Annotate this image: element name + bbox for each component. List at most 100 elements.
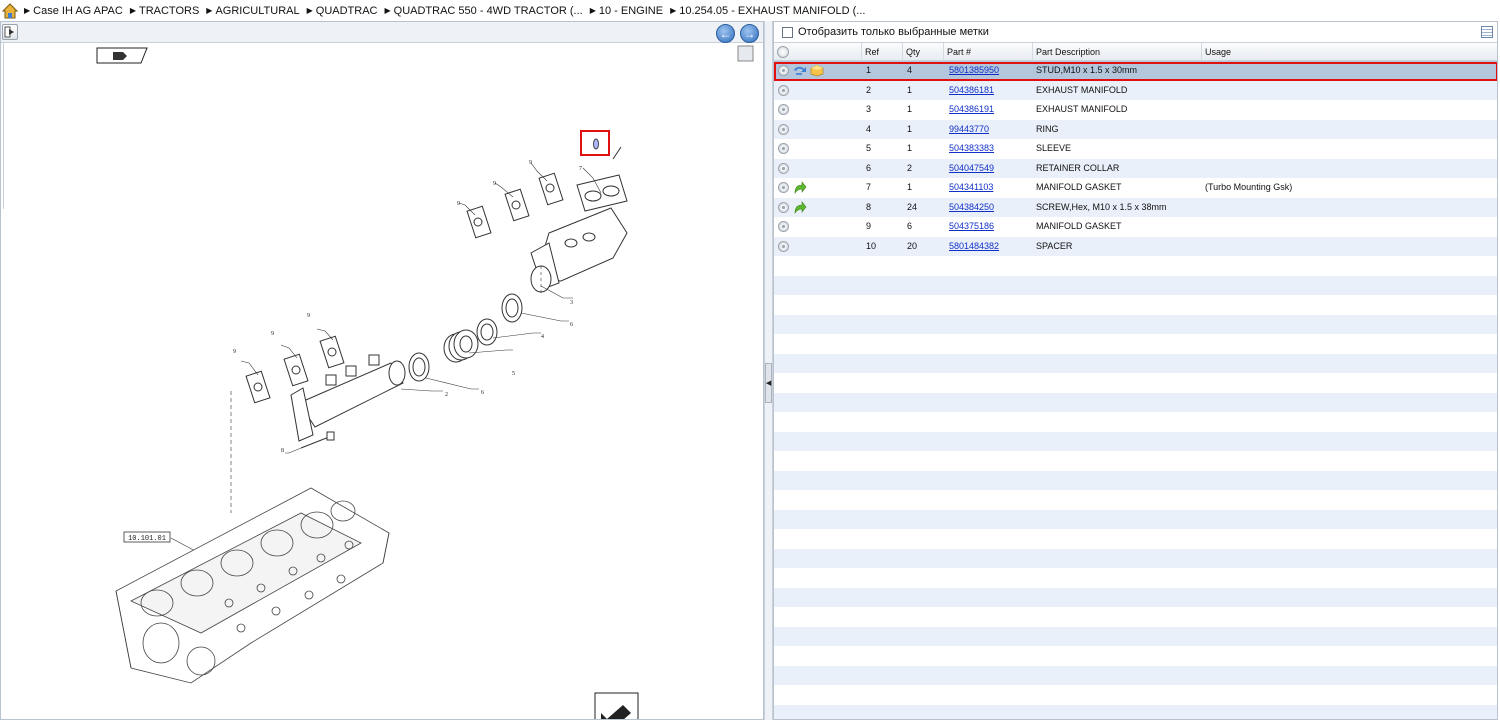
breadcrumb-item[interactable]: ▶ 10 - ENGINE — [590, 5, 663, 17]
show-selected-only-checkbox[interactable] — [782, 26, 793, 38]
table-row[interactable]: 7 1 504341103 MANIFOLD GASKET (Turbo Mountin… — [774, 178, 1497, 198]
expand-row-icon[interactable] — [778, 201, 789, 213]
empty-row — [774, 607, 1497, 627]
replacement-arrow-icon[interactable] — [793, 181, 807, 194]
part-number-link[interactable]: 504383383 — [949, 139, 994, 158]
empty-row — [774, 704, 1497, 719]
gasket-9-a — [538, 172, 564, 206]
package-icon[interactable] — [810, 64, 824, 77]
sleeve-5 — [443, 329, 479, 363]
row-ref: 2 — [866, 84, 872, 95]
columns-menu-icon[interactable] — [1481, 26, 1493, 38]
expand-row-icon[interactable] — [778, 240, 789, 252]
interchange-icon[interactable] — [793, 65, 807, 77]
empty-row — [774, 665, 1497, 685]
part-number-link[interactable]: 504384250 — [949, 198, 994, 217]
part-number-link[interactable]: 5801385950 — [949, 61, 999, 80]
breadcrumb-item[interactable]: ▶ AGRICULTURAL — [206, 5, 299, 17]
expand-row-icon[interactable] — [778, 84, 789, 96]
row-qty: 24 — [907, 201, 918, 212]
back-icon[interactable]: ← — [716, 24, 735, 43]
empty-row — [774, 646, 1497, 666]
empty-row — [774, 314, 1497, 334]
row-ref: 9 — [866, 221, 872, 231]
replacement-arrow-icon[interactable] — [793, 200, 807, 214]
table-row[interactable]: 3 1 504386191 EXHAUST MANIFOLD — [774, 100, 1497, 120]
empty-row — [774, 392, 1497, 412]
part-number-link[interactable]: 504386191 — [949, 100, 994, 119]
column-qty[interactable]: Qty — [903, 43, 944, 61]
home-icon[interactable] — [1, 2, 19, 19]
breadcrumb-label: QUADTRAC — [315, 4, 378, 17]
empty-row — [774, 256, 1497, 276]
expand-row-icon[interactable] — [778, 65, 789, 76]
part-number-link[interactable]: 504047549 — [949, 159, 994, 178]
show-selected-only-label[interactable]: Отобразить только выбранные метки — [798, 26, 989, 38]
table-row[interactable]: 5 1 504383383 SLEEVE — [774, 139, 1497, 159]
expand-row-icon[interactable] — [778, 162, 789, 174]
column-description[interactable]: Part Description — [1033, 43, 1202, 61]
part-number-link[interactable]: 504341103 — [949, 178, 993, 197]
reference-box[interactable]: 10.101.01 — [123, 531, 171, 543]
part-number-link[interactable]: 504375186 — [949, 217, 994, 236]
empty-row — [774, 548, 1497, 568]
callout-4: 4 — [541, 334, 544, 340]
forward-icon[interactable]: → — [740, 24, 759, 43]
table-row[interactable]: 4 1 99443770 RING — [774, 119, 1497, 139]
expand-row-icon[interactable] — [778, 104, 789, 115]
part-number-link[interactable]: 5801484382 — [949, 237, 999, 256]
table-row[interactable]: 6 2 504047549 RETAINER COLLAR — [774, 158, 1497, 178]
table-row[interactable]: 2 1 504386181 EXHAUST MANIFOLD — [774, 80, 1497, 100]
expand-row-icon[interactable] — [778, 143, 789, 154]
row-qty: 6 — [907, 221, 913, 231]
callout-9f: 9 — [233, 349, 236, 355]
expand-row-icon[interactable] — [778, 123, 789, 135]
row-description: STUD,M10 x 1.5 x 30mm — [1036, 65, 1138, 75]
expand-panel-icon[interactable] — [2, 24, 18, 40]
table-row[interactable]: 10 20 5801484382 SPACER — [774, 236, 1497, 256]
drawing-panel: ← → 3 6 4 5 6 2 7 9 9 9 9 9 9 8 10.101.0… — [0, 21, 764, 720]
table-row[interactable]: 8 24 504384250 SCREW,Hex, M10 x 1.5 x 38mm — [774, 197, 1497, 217]
breadcrumb-item[interactable]: ▶ 10.254.05 - EXHAUST MANIFOLD (... — [670, 5, 865, 17]
exhaust-manifold-3 — [530, 207, 628, 293]
empty-row — [774, 470, 1497, 490]
gasket-9-e — [283, 353, 309, 387]
breadcrumb-label: AGRICULTURAL — [215, 4, 300, 17]
table-row[interactable]: 1 4 5801385950 STUD,M10 x 1.5 x 30mm — [774, 61, 1497, 81]
part-number-link[interactable]: 99443770 — [949, 120, 989, 139]
column-part-number[interactable]: Part # — [944, 43, 1033, 61]
expand-all-icon[interactable] — [777, 46, 789, 58]
expand-row-icon[interactable] — [778, 182, 789, 193]
empty-row — [774, 412, 1497, 432]
parts-table-body: 1 4 5801385950 STUD,M10 x 1.5 x 30mm 2 1 50438… — [774, 61, 1497, 719]
retainer-collar-6-a — [501, 293, 523, 323]
panel-splitter[interactable]: ◀ — [764, 21, 773, 720]
row-ref: 10 — [866, 240, 877, 251]
exploded-parts-diagram: 3 6 4 5 6 2 7 9 9 9 9 9 9 8 10.101.01 — [96, 45, 754, 719]
column-usage[interactable]: Usage — [1202, 43, 1497, 61]
row-qty: 1 — [907, 123, 913, 134]
callout-3: 3 — [570, 300, 573, 306]
gasket-9-f — [245, 370, 271, 404]
fit-view-icon[interactable] — [737, 45, 754, 62]
next-page-icon[interactable] — [594, 692, 639, 719]
breadcrumb-item[interactable]: ▶ QUADTRAC — [307, 5, 378, 17]
breadcrumb-arrow-icon: ▶ — [384, 6, 391, 15]
collapse-left-icon[interactable]: ◀ — [765, 363, 772, 403]
table-row[interactable]: 9 6 504375186 MANIFOLD GASKET — [774, 217, 1497, 237]
gasket-7 — [576, 174, 628, 212]
print-icon[interactable] — [96, 47, 148, 64]
svg-text:10.101.01: 10.101.01 — [128, 535, 166, 543]
empty-row — [774, 373, 1497, 393]
breadcrumb-item[interactable]: ▶ Case IH AG APAC — [24, 5, 123, 17]
row-description: RETAINER COLLAR — [1036, 162, 1120, 173]
breadcrumb-arrow-icon: ▶ — [24, 6, 31, 15]
breadcrumb-item[interactable]: ▶ QUADTRAC 550 - 4WD TRACTOR (... — [385, 5, 583, 17]
column-ref[interactable]: Ref — [862, 43, 903, 61]
part-number-link[interactable]: 504386181 — [949, 81, 994, 100]
callout-9d: 9 — [307, 313, 310, 319]
breadcrumb-item[interactable]: ▶ TRACTORS — [130, 5, 199, 17]
row-usage: (Turbo Mounting Gsk) — [1205, 182, 1293, 192]
row-qty: 1 — [907, 84, 913, 95]
expand-row-icon[interactable] — [778, 221, 789, 232]
